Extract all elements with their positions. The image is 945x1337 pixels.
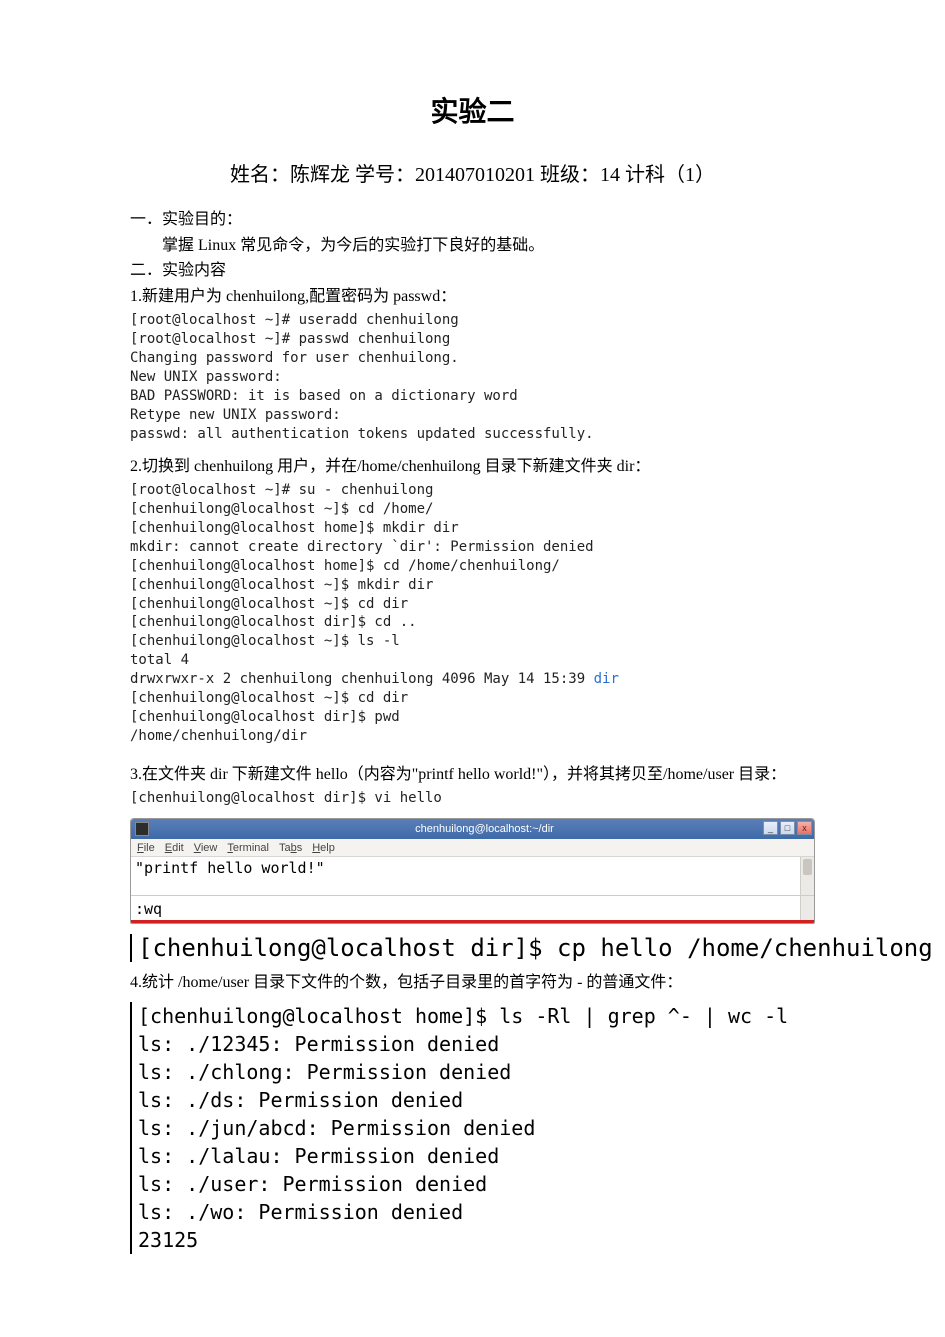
terminal-window-title: chenhuilong@localhost:~/dir	[155, 823, 814, 835]
cp-command-line: [chenhuilong@localhost dir]$ cp hello /h…	[130, 934, 815, 962]
terminal-menubar: File Edit View Terminal Tabs Help	[131, 839, 814, 857]
scrollbar-handle[interactable]	[803, 859, 812, 875]
directory-name: dir	[594, 671, 619, 687]
window-close-button[interactable]: x	[797, 821, 812, 835]
menu-help[interactable]: Help	[312, 842, 335, 854]
window-bottom-border	[131, 920, 814, 923]
section-1-content: 掌握 Linux 常见命令，为今后的实验打下良好的基础。	[130, 233, 815, 259]
menu-edit[interactable]: Edit	[165, 842, 184, 854]
terminal-scrollbar[interactable]	[800, 857, 814, 895]
step-4-text: 4.统计 /home/user 目录下文件的个数，包括子目录里的首字符为 - 的…	[130, 970, 815, 996]
ls-entry-prefix: drwxrwxr-x 2 chenhuilong chenhuilong 409…	[130, 671, 594, 687]
terminal-output-3a: [chenhuilong@localhost dir]$ vi hello	[130, 789, 815, 808]
student-info-line: 姓名：陈辉龙 学号：201407010201 班级：14 计科（1）	[130, 158, 815, 187]
vi-wq-command: :wq	[135, 900, 162, 918]
terminal-titlebar: chenhuilong@localhost:~/dir _ □ x	[131, 819, 814, 839]
wq-scrollbar	[800, 896, 814, 920]
vi-command-row[interactable]: :wq	[131, 895, 814, 920]
step-3-text: 3.在文件夹 dir 下新建文件 hello（内容为"printf hello …	[130, 762, 815, 788]
terminal-output-4: [chenhuilong@localhost home]$ ls -Rl | g…	[130, 1002, 815, 1254]
page-title: 实验二	[130, 90, 815, 130]
menu-view[interactable]: View	[194, 842, 218, 854]
menu-terminal[interactable]: Terminal	[227, 842, 269, 854]
terminal-output-2a: [root@localhost ~]# su - chenhuilong [ch…	[130, 481, 815, 670]
terminal-output-1: [root@localhost ~]# useradd chenhuilong …	[130, 311, 815, 443]
step-1-text: 1.新建用户为 chenhuilong,配置密码为 passwd：	[130, 284, 815, 310]
vi-file-content: "printf hello world!"	[135, 859, 325, 877]
terminal-output-2c: [chenhuilong@localhost ~]$ cd dir [chenh…	[130, 689, 815, 746]
section-2-heading: 二．实验内容	[130, 258, 815, 284]
window-minimize-button[interactable]: _	[763, 821, 778, 835]
terminal-app-icon	[135, 822, 149, 836]
terminal-output-2b: drwxrwxr-x 2 chenhuilong chenhuilong 409…	[130, 670, 815, 689]
section-1-heading: 一．实验目的：	[130, 207, 815, 233]
document-page: 实验二 姓名：陈辉龙 学号：201407010201 班级：14 计科（1） 一…	[0, 0, 945, 1314]
step-2-text: 2.切换到 chenhuilong 用户，并在/home/chenhuilong…	[130, 454, 815, 480]
menu-tabs[interactable]: Tabs	[279, 842, 302, 854]
terminal-body[interactable]: "printf hello world!"	[131, 857, 814, 895]
menu-file[interactable]: File	[137, 842, 155, 854]
terminal-window: chenhuilong@localhost:~/dir _ □ x File E…	[130, 818, 815, 924]
window-maximize-button[interactable]: □	[780, 821, 795, 835]
